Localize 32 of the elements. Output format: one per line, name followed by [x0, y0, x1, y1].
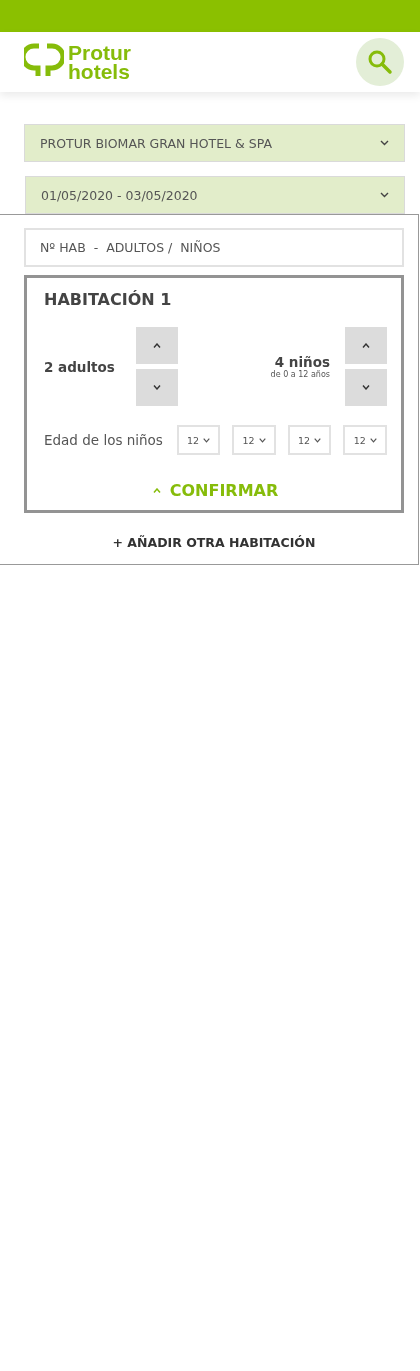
children-count: 4 niños: [274, 354, 330, 370]
logo-text: hotels: [68, 62, 131, 81]
caret-down-icon: [362, 385, 370, 390]
age-select[interactable]: 12: [287, 425, 332, 455]
caret-down-icon: [153, 385, 161, 390]
adults-count: 2 adultos: [44, 358, 116, 375]
children-age-hint: de 0 a 12 años: [270, 370, 330, 379]
search-icon: [367, 49, 393, 75]
age-select[interactable]: 12: [343, 425, 387, 455]
search-button[interactable]: [356, 38, 404, 86]
caret-up-icon: [362, 343, 370, 348]
chevron-down-icon: [369, 437, 377, 443]
hotel-select[interactable]: PROTUR BIOMAR GRAN HOTEL & SPA: [24, 124, 405, 162]
age-select[interactable]: 12: [232, 425, 276, 455]
room-title: HABITACIÓN 1: [44, 290, 173, 309]
chevron-down-icon: [314, 437, 322, 443]
add-room-link[interactable]: + AÑADIR OTRA HABITACIÓN: [112, 535, 316, 550]
decrease-button[interactable]: [136, 369, 178, 406]
date-select[interactable]: 01/05/2020 - 03/05/2020: [25, 176, 405, 214]
chevron-down-icon: [380, 140, 389, 146]
caret-up-icon: [153, 343, 161, 348]
chevron-down-icon: [380, 192, 389, 198]
caret-up-icon: [152, 488, 161, 493]
rooms-field[interactable]: Nº HAB - ADULTOS / NIÑOS: [24, 228, 404, 267]
ages-label: Edad de los niños: [44, 432, 164, 448]
chevron-down-icon: [258, 437, 266, 443]
logo-text: Protur: [68, 43, 131, 62]
increase-button[interactable]: [136, 327, 178, 364]
chevron-down-icon: [202, 437, 210, 443]
age-select[interactable]: 12: [176, 425, 221, 455]
increase-button[interactable]: [345, 327, 387, 364]
decrease-button[interactable]: [345, 369, 387, 406]
